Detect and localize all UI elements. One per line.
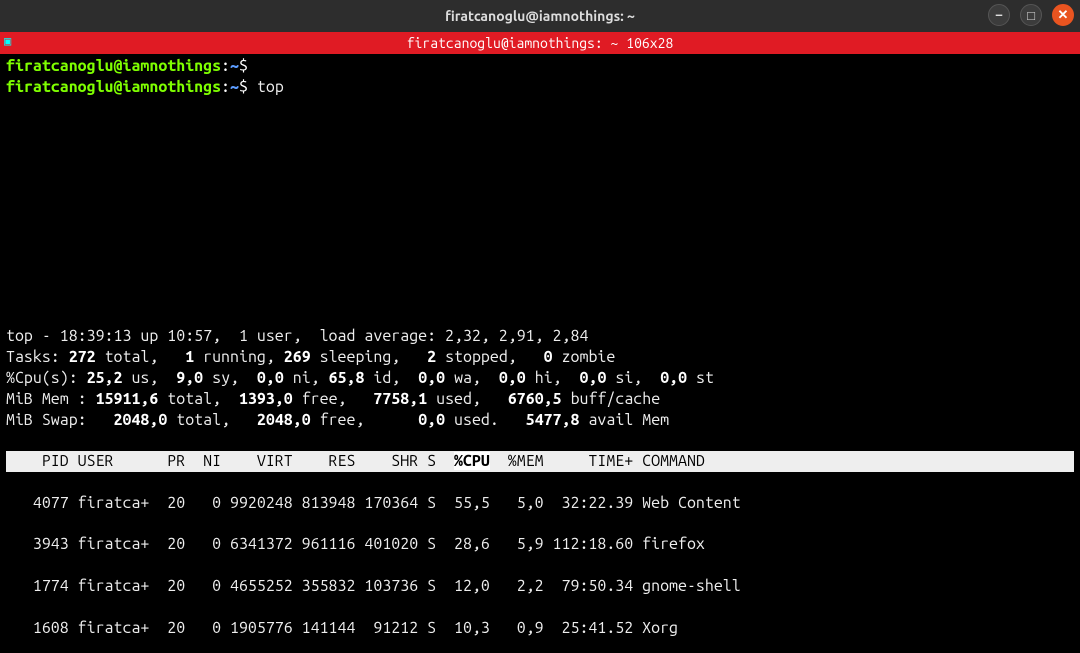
prompt-line-2: firatcanoglu@iamnothings:~$ top bbox=[6, 77, 1074, 98]
terminal-tabbar: ▣ firatcanoglu@iamnothings: ~ 106x28 bbox=[0, 32, 1080, 54]
prompt-path: ~ bbox=[230, 57, 239, 75]
prompt-line-1: firatcanoglu@iamnothings:~$ bbox=[6, 56, 1074, 77]
top-summary-cpu: %Cpu(s): 25,2 us, 9,0 sy, 0,0 ni, 65,8 i… bbox=[6, 368, 1074, 389]
process-row: 1774 firatca+ 20 0 4655252 355832 103736… bbox=[6, 576, 1074, 597]
top-summary-mem: MiB Mem : 15911,6 total, 1393,0 free, 77… bbox=[6, 389, 1074, 410]
process-row: 4077 firatca+ 20 0 9920248 813948 170364… bbox=[6, 493, 1074, 514]
terminal-body[interactable]: firatcanoglu@iamnothings:~$firatcanoglu@… bbox=[0, 54, 1080, 653]
close-button[interactable]: ✕ bbox=[1052, 4, 1074, 26]
prompt-userhost: firatcanoglu@iamnothings bbox=[6, 57, 221, 75]
terminal-tab-title: firatcanoglu@iamnothings: ~ 106x28 bbox=[407, 35, 674, 51]
prompt-separator: : bbox=[221, 57, 230, 75]
prompt-separator: : bbox=[221, 78, 230, 96]
prompt-userhost: firatcanoglu@iamnothings bbox=[6, 78, 221, 96]
prompt-path: ~ bbox=[230, 78, 239, 96]
maximize-button[interactable]: □ bbox=[1020, 4, 1042, 26]
top-summary-swap: MiB Swap: 2048,0 total, 2048,0 free, 0,0… bbox=[6, 410, 1074, 431]
prompt-dollar: $ bbox=[239, 57, 248, 75]
process-row: 1608 firatca+ 20 0 1905776 141144 91212 … bbox=[6, 618, 1074, 639]
window-controls: – □ ✕ bbox=[988, 4, 1074, 26]
terminal-icon: ▣ bbox=[4, 34, 20, 50]
top-summary-uptime: top - 18:39:13 up 10:57, 1 user, load av… bbox=[6, 326, 1074, 347]
top-summary-tasks: Tasks: 272 total, 1 running, 269 sleepin… bbox=[6, 347, 1074, 368]
process-table-header: PID USER PR NI VIRT RES SHR S %CPU %MEM … bbox=[6, 451, 1074, 472]
prompt-dollar: $ bbox=[239, 78, 248, 96]
terminal-window: firatcanoglu@iamnothings: ~ – □ ✕ ▣ fira… bbox=[0, 0, 1080, 653]
sort-column: %CPU bbox=[454, 452, 490, 470]
command-top: top bbox=[248, 78, 284, 96]
minimize-button[interactable]: – bbox=[988, 4, 1010, 26]
process-row: 3943 firatca+ 20 0 6341372 961116 401020… bbox=[6, 534, 1074, 555]
window-title: firatcanoglu@iamnothings: ~ bbox=[445, 8, 635, 24]
window-titlebar: firatcanoglu@iamnothings: ~ – □ ✕ bbox=[0, 0, 1080, 32]
